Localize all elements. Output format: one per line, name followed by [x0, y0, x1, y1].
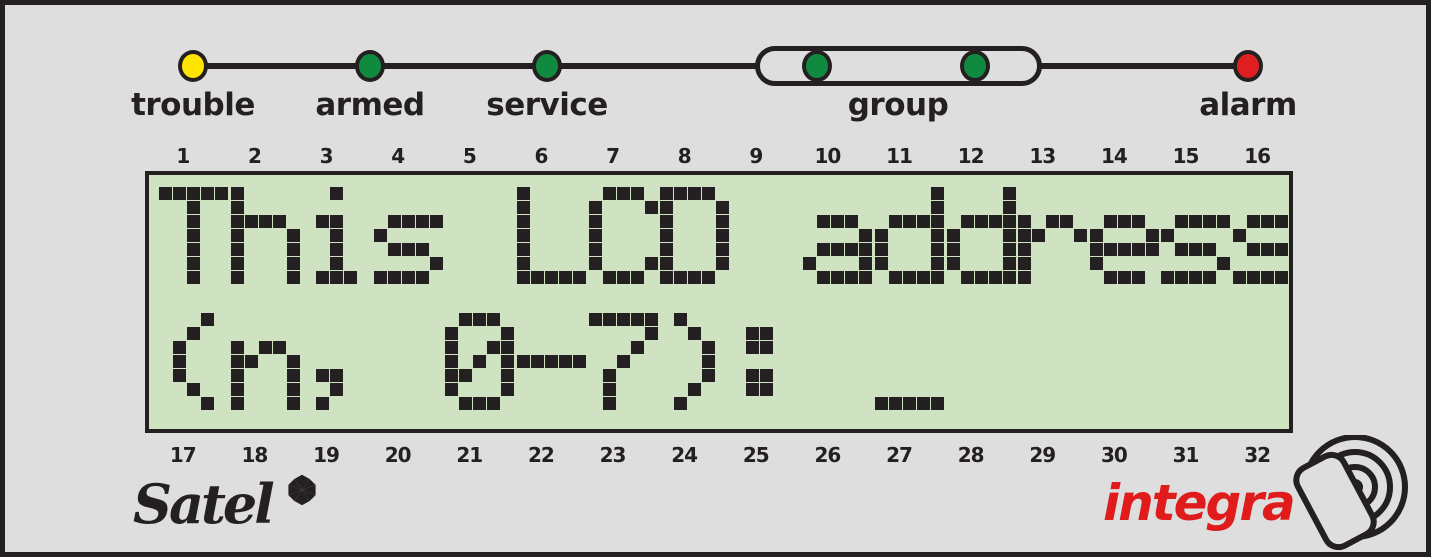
led-label-group: group — [847, 87, 949, 123]
column-scale-bottom: 17 18 19 20 21 22 23 24 25 26 27 28 29 30 31 32 — [147, 443, 1293, 467]
led-group-2 — [960, 50, 990, 82]
asterisk-star-icon — [288, 474, 316, 506]
led-wire-segment — [377, 63, 540, 69]
satel-logo: Satel — [133, 472, 363, 537]
column-scale-top: 1 2 3 4 5 6 7 8 9 10 11 12 13 14 15 16 — [147, 144, 1293, 168]
column-marker-5: 5 — [462, 144, 477, 168]
column-marker-2: 2 — [247, 144, 262, 168]
column-marker-18: 18 — [241, 443, 269, 467]
integra-wordmark: integra — [1103, 474, 1296, 532]
column-marker-8: 8 — [677, 144, 692, 168]
keypad-panel: trouble armed service group alarm 123456… — [0, 0, 1431, 557]
column-marker-21: 21 — [456, 443, 483, 467]
lcd-line-1 — [159, 187, 1289, 299]
column-marker-15: 15 — [1172, 144, 1200, 168]
led-trouble — [178, 50, 208, 82]
column-marker-13: 13 — [1029, 144, 1056, 168]
column-marker-30: 30 — [1101, 443, 1128, 467]
led-service — [532, 50, 562, 82]
column-marker-17: 17 — [169, 443, 197, 467]
led-wire-segment — [554, 63, 759, 69]
column-marker-26: 26 — [814, 443, 842, 467]
column-marker-22: 22 — [528, 443, 555, 467]
column-marker-19: 19 — [313, 443, 340, 467]
column-marker-10: 10 — [814, 144, 842, 168]
led-label-trouble: trouble — [131, 87, 255, 123]
column-marker-28: 28 — [957, 443, 985, 467]
column-marker-1: 1 — [176, 144, 190, 168]
column-marker-16: 16 — [1244, 144, 1271, 168]
wireless-keyfob-icon — [1293, 435, 1408, 551]
led-group-1 — [802, 50, 832, 82]
column-marker-27: 27 — [886, 443, 913, 467]
led-indicator-row: trouble armed service group alarm — [5, 5, 1426, 135]
column-marker-14: 14 — [1101, 144, 1128, 168]
led-alarm — [1233, 50, 1263, 82]
column-marker-31: 31 — [1172, 443, 1200, 467]
led-wire-segment — [200, 63, 363, 69]
group-led-enclosure — [755, 46, 1042, 86]
column-marker-25: 25 — [742, 443, 770, 467]
column-marker-3: 3 — [319, 144, 334, 168]
led-label-armed: armed — [315, 87, 425, 123]
column-marker-11: 11 — [886, 144, 913, 168]
led-wire-segment — [1038, 63, 1243, 69]
column-marker-23: 23 — [599, 443, 627, 467]
column-marker-6: 6 — [534, 144, 548, 168]
led-label-service: service — [486, 87, 608, 123]
column-marker-9: 9 — [749, 144, 763, 168]
led-armed — [355, 50, 385, 82]
satel-wordmark: Satel — [133, 472, 275, 536]
column-marker-7: 7 — [606, 144, 620, 168]
column-marker-29: 29 — [1029, 443, 1056, 467]
led-label-alarm: alarm — [1199, 87, 1297, 123]
column-marker-4: 4 — [391, 144, 405, 168]
lcd-display — [145, 171, 1293, 433]
column-marker-20: 20 — [384, 443, 412, 467]
column-marker-24: 24 — [671, 443, 698, 467]
lcd-line-2 — [159, 313, 1289, 425]
column-marker-12: 12 — [957, 144, 985, 168]
